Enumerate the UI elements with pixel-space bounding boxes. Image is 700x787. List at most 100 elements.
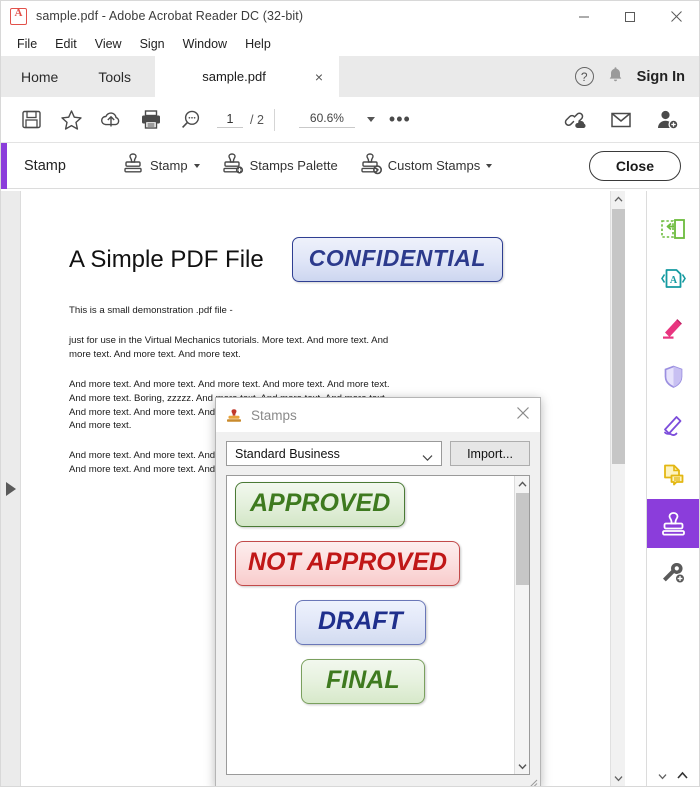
star-icon[interactable]	[51, 100, 91, 140]
left-navigation-rail[interactable]	[1, 191, 21, 786]
document-title-row: A Simple PDF File CONFIDENTIAL	[69, 237, 585, 282]
zoom-level-value[interactable]: 60.6%	[298, 111, 355, 128]
stamp-list-item-final[interactable]: FINAL	[233, 659, 509, 704]
protect-shield-icon[interactable]	[647, 352, 700, 401]
window-title: sample.pdf - Adobe Acrobat Reader DC (32…	[36, 9, 304, 23]
stamps-palette-icon	[222, 153, 244, 178]
document-scrollbar[interactable]	[610, 191, 625, 786]
tab-document-sample-pdf[interactable]: sample.pdf ×	[155, 56, 340, 97]
stamp-list-item-not-approved[interactable]: NOT APPROVED	[233, 541, 509, 586]
fill-and-sign-icon[interactable]	[647, 401, 700, 450]
window-controls	[561, 1, 699, 32]
document-paragraph-2: just for use in the Virtual Mechanics tu…	[69, 334, 389, 360]
page-total-label: / 2	[250, 112, 264, 127]
page-number-input[interactable]: 1	[217, 112, 243, 128]
menu-view[interactable]: View	[87, 35, 130, 54]
menu-help[interactable]: Help	[237, 35, 279, 54]
expand-panel-arrow-icon[interactable]	[5, 481, 16, 496]
stamp-list-item-approved[interactable]: APPROVED	[233, 482, 509, 527]
stamp-label-approved: APPROVED	[235, 482, 406, 527]
help-icon[interactable]: ?	[574, 67, 594, 86]
tab-tools[interactable]: Tools	[78, 56, 151, 97]
minimize-button[interactable]	[561, 1, 607, 32]
stamp-label-draft: DRAFT	[295, 600, 426, 645]
chevron-down-icon[interactable]	[658, 767, 667, 785]
ribbon-stamp-button[interactable]: Stamp	[122, 153, 200, 178]
stamp-icon	[122, 153, 144, 178]
compress-pdf-icon[interactable]: A	[647, 254, 700, 303]
import-stamps-button[interactable]: Import...	[450, 441, 530, 466]
page-navigator: 1 / 2	[217, 112, 264, 128]
scroll-up-icon[interactable]	[515, 476, 529, 492]
tab-document-label: sample.pdf	[202, 69, 266, 84]
pdf-file-icon	[10, 7, 27, 25]
document-paragraph-1: This is a small demonstration .pdf file …	[69, 305, 233, 316]
sidebar-scroll-controls	[646, 766, 699, 786]
upload-cloud-icon[interactable]	[91, 100, 131, 140]
zoom-control: 60.6%	[298, 111, 375, 128]
stamps-list-scrollbar[interactable]	[514, 476, 529, 774]
stamp-label-not-approved: NOT APPROVED	[235, 541, 461, 586]
document-scroll-thumb[interactable]	[612, 209, 625, 464]
comment-icon[interactable]	[647, 450, 700, 499]
toolbar-divider	[273, 108, 275, 131]
scroll-down-icon[interactable]	[611, 770, 625, 786]
stamp-tool-icon[interactable]	[646, 499, 699, 548]
chevron-down-icon[interactable]	[366, 117, 375, 122]
more-tools-wrench-icon[interactable]	[647, 548, 700, 597]
menu-file[interactable]: File	[9, 35, 45, 54]
menu-window[interactable]: Window	[175, 35, 235, 54]
work-area: A Simple PDF File CONFIDENTIAL This is a…	[1, 191, 699, 786]
person-add-icon[interactable]	[647, 100, 687, 140]
save-disk-icon[interactable]	[11, 100, 51, 140]
confidential-stamp-annotation[interactable]: CONFIDENTIAL	[291, 237, 503, 282]
tab-close-icon[interactable]: ×	[315, 70, 323, 84]
search-magnifier-icon[interactable]	[171, 100, 211, 140]
link-cloud-icon[interactable]	[555, 100, 595, 140]
stamps-dialog-titlebar[interactable]: Stamps	[216, 398, 540, 432]
stamp-category-select[interactable]: Standard Business	[226, 441, 442, 466]
menu-bar: File Edit View Sign Window Help	[1, 32, 699, 56]
stamp-ribbon: Stamp Stamp Stamps Palette Custom Stamps…	[1, 142, 699, 189]
close-icon[interactable]	[516, 406, 530, 425]
chevron-down-icon[interactable]	[486, 163, 493, 168]
close-button[interactable]	[653, 1, 699, 32]
window-titlebar: sample.pdf - Adobe Acrobat Reader DC (32…	[1, 1, 699, 32]
export-pdf-icon[interactable]	[647, 205, 700, 254]
stamps-dialog-title: Stamps	[251, 407, 297, 423]
ribbon-stamps-palette-button[interactable]: Stamps Palette	[222, 153, 338, 178]
chevron-down-icon[interactable]	[422, 451, 433, 465]
toolbar-right-group	[555, 100, 699, 140]
scroll-up-icon[interactable]	[611, 191, 625, 207]
ribbon-stamps-palette-label: Stamps Palette	[249, 158, 338, 173]
main-toolbar: 1 / 2 60.6% •••	[1, 97, 699, 143]
ribbon-stamp-label: Stamp	[150, 158, 188, 173]
menu-edit[interactable]: Edit	[47, 35, 85, 54]
more-tools-button[interactable]: •••	[389, 110, 411, 128]
maximize-button[interactable]	[607, 1, 653, 32]
sign-in-button[interactable]: Sign In	[637, 69, 685, 85]
tools-sidebar: A	[646, 191, 699, 786]
tab-bar-right-group: ? Sign In	[574, 56, 699, 97]
custom-stamp-icon	[360, 153, 382, 178]
stamps-list-scroll-thumb[interactable]	[516, 493, 529, 585]
menu-sign[interactable]: Sign	[132, 35, 173, 54]
edit-highlight-icon[interactable]	[647, 303, 700, 352]
ribbon-title: Stamp	[24, 157, 66, 174]
stamp-category-value: Standard Business	[235, 446, 340, 461]
stamps-list[interactable]: APPROVED NOT APPROVED DRAFT FINAL	[226, 475, 530, 775]
printer-icon[interactable]	[131, 100, 171, 140]
chevron-down-icon[interactable]	[193, 163, 200, 168]
dialog-resize-grip[interactable]	[528, 775, 538, 786]
close-tool-button[interactable]: Close	[588, 150, 681, 181]
ribbon-custom-stamps-button[interactable]: Custom Stamps	[360, 153, 493, 178]
envelope-icon[interactable]	[601, 100, 641, 140]
ribbon-custom-stamps-label: Custom Stamps	[387, 158, 481, 173]
tab-bar: Home Tools sample.pdf × ? Sign In	[1, 56, 699, 97]
chevron-up-icon[interactable]	[676, 767, 688, 785]
notification-bell-icon[interactable]	[608, 66, 623, 88]
svg-text:A: A	[669, 275, 677, 286]
stamp-list-item-draft[interactable]: DRAFT	[233, 600, 509, 645]
tab-home[interactable]: Home	[1, 56, 78, 97]
scroll-down-icon[interactable]	[515, 758, 529, 774]
